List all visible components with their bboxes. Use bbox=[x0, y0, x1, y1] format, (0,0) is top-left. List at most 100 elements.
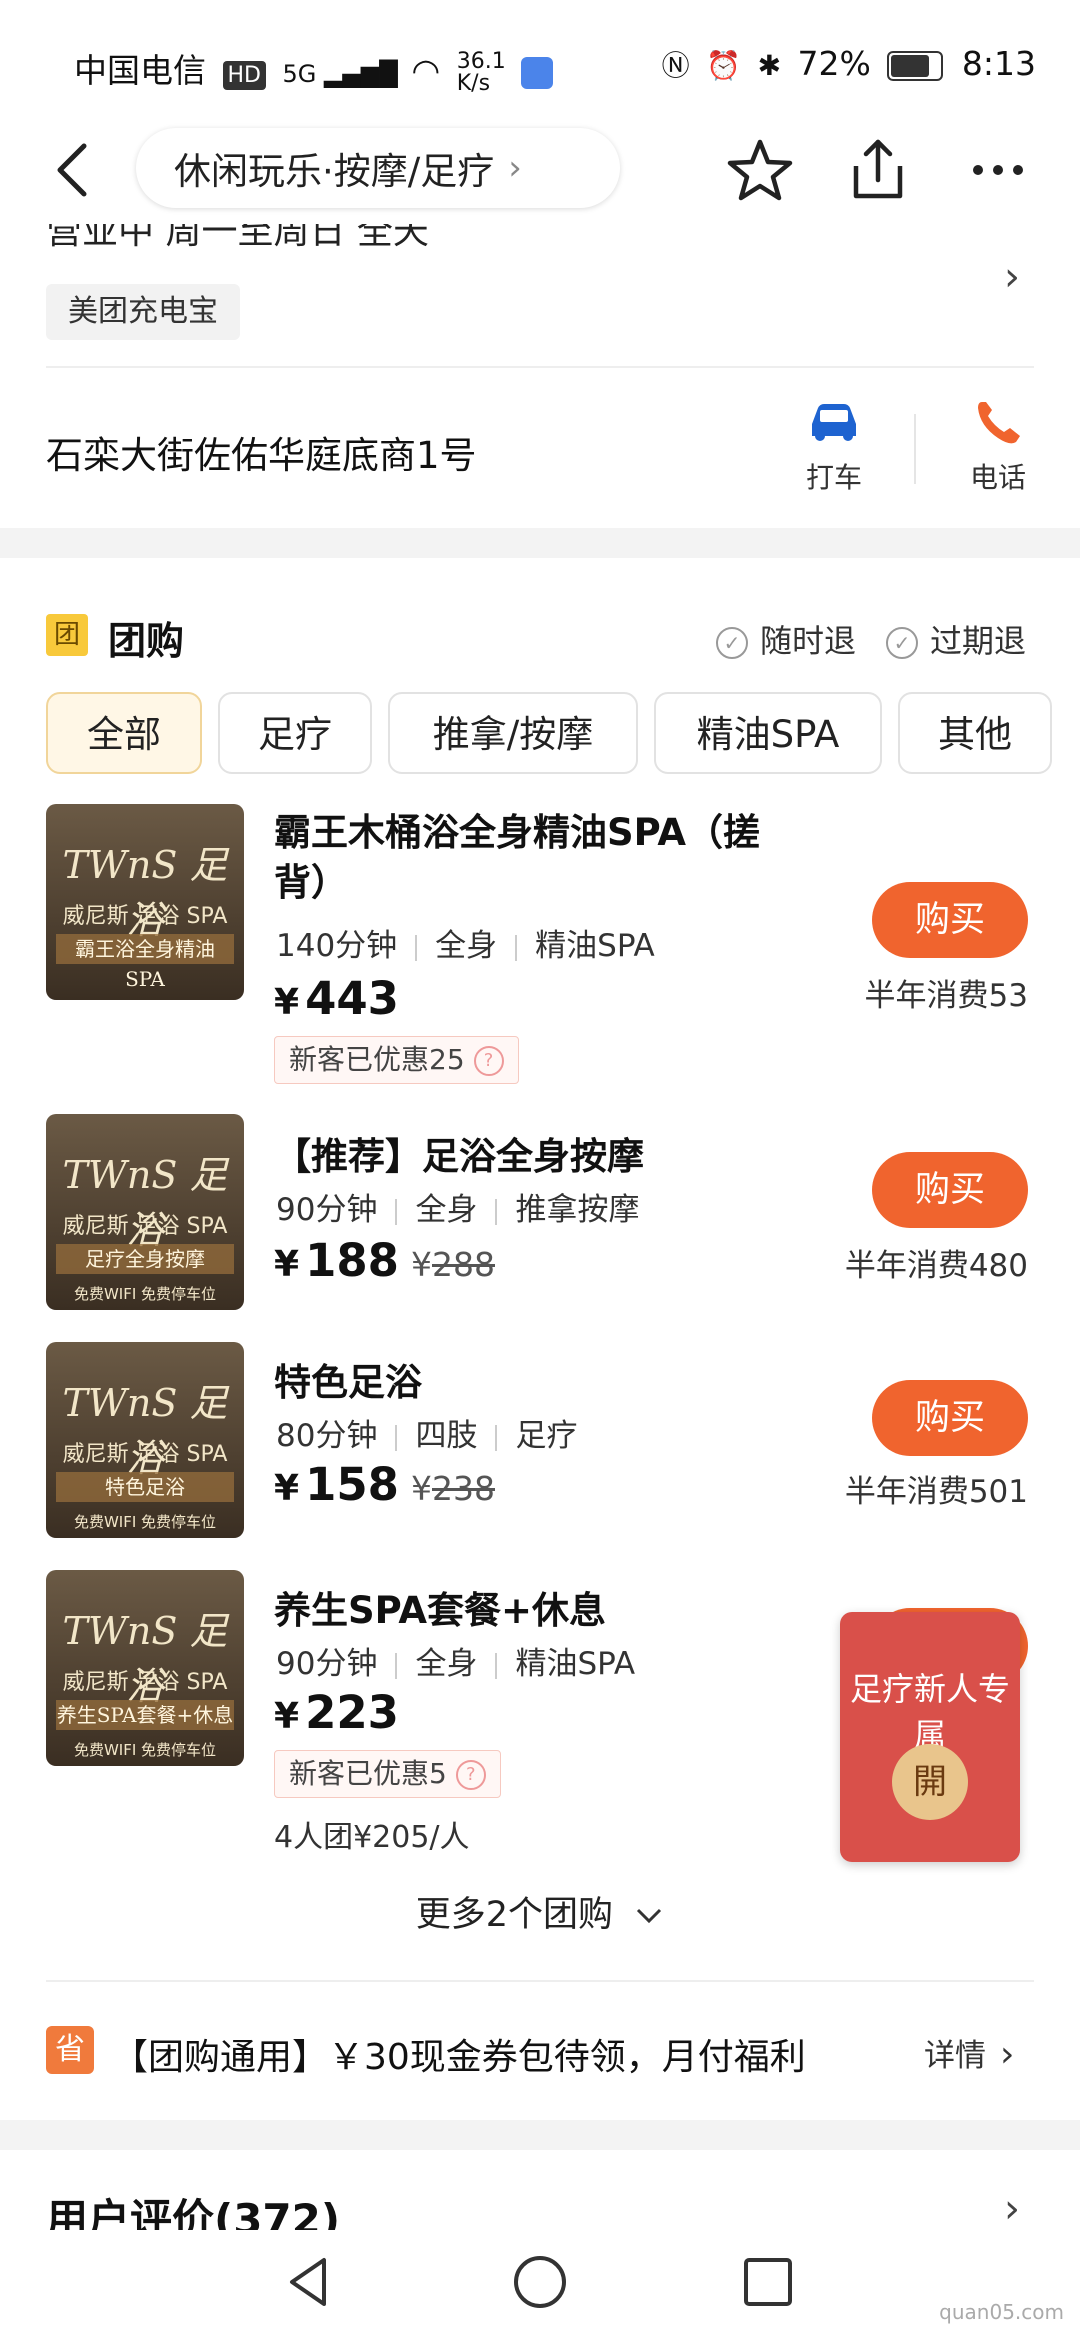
chevron-right-icon: › bbox=[508, 148, 522, 188]
thumb-band: 足疗全身按摩 bbox=[56, 1244, 234, 1274]
coupon-open-button[interactable]: 開 bbox=[892, 1744, 968, 1820]
system-nav-bar: quan05.com bbox=[0, 2230, 1080, 2340]
buy-button[interactable]: 购买 bbox=[872, 1152, 1028, 1228]
deal-price: ¥188 ¥288 bbox=[274, 1234, 495, 1287]
coupon-detail-link[interactable]: 详情 › bbox=[924, 2030, 1014, 2075]
deal-duration: 80分钟 bbox=[276, 1418, 378, 1454]
back-arrow-icon bbox=[57, 143, 87, 197]
reviews-chevron-icon[interactable]: › bbox=[1004, 2186, 1020, 2226]
reviews-title[interactable]: 用户评价(372) bbox=[46, 2186, 340, 2230]
shop-address[interactable]: 石栾大街佐佑华庭底商1号 bbox=[46, 425, 477, 479]
deal-title: 特色足浴 bbox=[274, 1361, 422, 1404]
square-recents-icon bbox=[744, 2258, 792, 2306]
divider bbox=[46, 366, 1034, 368]
filter-chip-massage[interactable]: 推拿/按摩 bbox=[388, 692, 638, 774]
help-icon[interactable]: ? bbox=[473, 1046, 504, 1076]
shop-tag: 美团充电宝 bbox=[46, 284, 240, 340]
groupbuy-title: 团购 bbox=[108, 619, 185, 663]
star-icon bbox=[727, 139, 793, 201]
deal-duration: 90分钟 bbox=[276, 1646, 378, 1682]
check-circle-icon: ✓ bbox=[716, 627, 748, 659]
detail-label: 详情 bbox=[924, 2038, 986, 2074]
deal-duration: 140分钟 bbox=[276, 928, 398, 964]
groupbuy-badge: 团 bbox=[46, 614, 88, 656]
check-circle-icon: ✓ bbox=[886, 627, 918, 659]
category-breadcrumb[interactable]: 休闲玩乐·按摩/足疗 › bbox=[136, 128, 620, 208]
promo-text: 新客已优惠25 bbox=[289, 1043, 465, 1076]
deal-area: 全身 bbox=[415, 1646, 478, 1682]
thumb-band: 特色足浴 bbox=[56, 1472, 234, 1502]
nav-back-button[interactable] bbox=[280, 2252, 340, 2312]
deal-item[interactable]: TWnS 足浴 威尼斯 足浴 SPA 足疗全身按摩 免费WIFI 免费停车位 【… bbox=[0, 1110, 1080, 1320]
chevron-down-icon bbox=[634, 1895, 664, 1935]
orig-currency: ¥ bbox=[411, 1245, 432, 1284]
more-button[interactable] bbox=[958, 130, 1038, 210]
thumb-foot: 免费WIFI 免费停车位 bbox=[73, 1741, 217, 1759]
refund-anytime: ✓ 随时退 bbox=[716, 616, 856, 662]
thumb-brand: 威尼斯 足浴 SPA bbox=[62, 1670, 228, 1695]
filter-chip-all[interactable]: 全部 bbox=[46, 692, 202, 774]
deal-item[interactable]: TWnS 足浴 威尼斯 足浴 SPA 特色足浴 免费WIFI 免费停车位 特色足… bbox=[0, 1340, 1080, 1550]
deal-price: ¥158 ¥238 bbox=[274, 1458, 495, 1511]
phone-icon bbox=[978, 402, 1020, 444]
hd-badge: HD bbox=[222, 61, 266, 90]
more-deals-link[interactable]: 更多2个团购 bbox=[0, 1886, 1080, 1937]
favorite-button[interactable] bbox=[722, 132, 798, 208]
network-type-label: 5G bbox=[282, 60, 317, 88]
deal-item[interactable]: TWnS 足浴 威尼斯 足浴 SPA 霸王浴全身精油SPA 霸王木桶浴全身精油S… bbox=[0, 800, 1080, 1090]
original-price: ¥238 bbox=[411, 1469, 495, 1508]
sales-count: 半年消费53 bbox=[864, 978, 1028, 1014]
deal-price: ¥443 bbox=[274, 972, 399, 1025]
taxi-button[interactable]: 打车 bbox=[794, 396, 874, 500]
deal-duration: 90分钟 bbox=[276, 1192, 378, 1228]
more-deals-label: 更多2个团购 bbox=[415, 1895, 614, 1935]
currency-symbol: ¥ bbox=[274, 1244, 300, 1285]
promo-text: 新客已优惠5 bbox=[289, 1757, 447, 1790]
thumb-band: 霸王浴全身精油SPA bbox=[56, 934, 234, 991]
original-price-value: 288 bbox=[432, 1245, 495, 1284]
divider bbox=[46, 1980, 1034, 1982]
floating-coupon[interactable]: 足疗新人专属 開 bbox=[840, 1612, 1020, 1862]
price-value: 188 bbox=[305, 1234, 399, 1287]
phone-button[interactable]: 电话 bbox=[958, 396, 1038, 500]
share-button[interactable] bbox=[838, 130, 918, 210]
thumb-brand: 威尼斯 足浴 SPA bbox=[62, 904, 228, 929]
watermark: quan05.com bbox=[939, 2300, 1064, 2324]
action-divider bbox=[914, 414, 916, 484]
deal-meta: 90分钟 全身 精油SPA bbox=[276, 1638, 635, 1683]
more-dots-icon bbox=[973, 165, 1023, 175]
filter-chip-spa[interactable]: 精油SPA bbox=[654, 692, 882, 774]
filter-chip-other[interactable]: 其他 bbox=[898, 692, 1052, 774]
thumb-band: 养生SPA套餐+休息 bbox=[56, 1700, 234, 1730]
deal-thumbnail: TWnS 足浴 威尼斯 足浴 SPA 霸王浴全身精油SPA bbox=[46, 804, 244, 1000]
thumb-brand: 威尼斯 足浴 SPA bbox=[62, 1442, 228, 1467]
sales-count: 半年消费480 bbox=[844, 1248, 1028, 1284]
buy-button[interactable]: 购买 bbox=[872, 882, 1028, 958]
buy-button[interactable]: 购买 bbox=[872, 1380, 1028, 1456]
new-customer-promo: 新客已优惠25 ? bbox=[274, 1036, 519, 1084]
deal-thumbnail: TWnS 足浴 威尼斯 足浴 SPA 足疗全身按摩 免费WIFI 免费停车位 bbox=[46, 1114, 244, 1310]
deal-area: 四肢 bbox=[415, 1418, 478, 1454]
deal-price: ¥223 bbox=[274, 1686, 399, 1739]
coupon-banner[interactable]: 省 【团购通用】￥30现金券包待领，月付福利 详情 › bbox=[0, 2020, 1080, 2090]
price-value: 223 bbox=[305, 1686, 399, 1739]
help-icon[interactable]: ? bbox=[455, 1760, 486, 1790]
hours-chevron-icon[interactable]: › bbox=[1004, 254, 1020, 300]
deal-type: 精油SPA bbox=[515, 1646, 636, 1682]
nav-home-button[interactable] bbox=[510, 2252, 570, 2312]
deal-title: 霸王木桶浴全身精油SPA（搓背） bbox=[274, 811, 761, 904]
currency-symbol: ¥ bbox=[274, 982, 300, 1023]
original-price: ¥288 bbox=[411, 1245, 495, 1284]
deal-title: 养生SPA套餐+休息 bbox=[274, 1589, 607, 1632]
thumb-brand: 威尼斯 足浴 SPA bbox=[62, 1214, 228, 1239]
share-icon bbox=[853, 139, 903, 199]
carrier-label: 中国电信 bbox=[74, 51, 206, 90]
filter-chip-foot[interactable]: 足疗 bbox=[218, 692, 372, 774]
nav-recents-button[interactable] bbox=[738, 2252, 798, 2312]
speed-label: 36.1 K/s bbox=[456, 48, 506, 96]
clock: 8:13 bbox=[961, 44, 1036, 83]
thumb-foot: 免费WIFI 免费停车位 bbox=[73, 1513, 217, 1531]
orig-currency: ¥ bbox=[411, 1469, 432, 1508]
deal-type: 精油SPA bbox=[535, 928, 655, 964]
back-button[interactable] bbox=[36, 130, 116, 210]
